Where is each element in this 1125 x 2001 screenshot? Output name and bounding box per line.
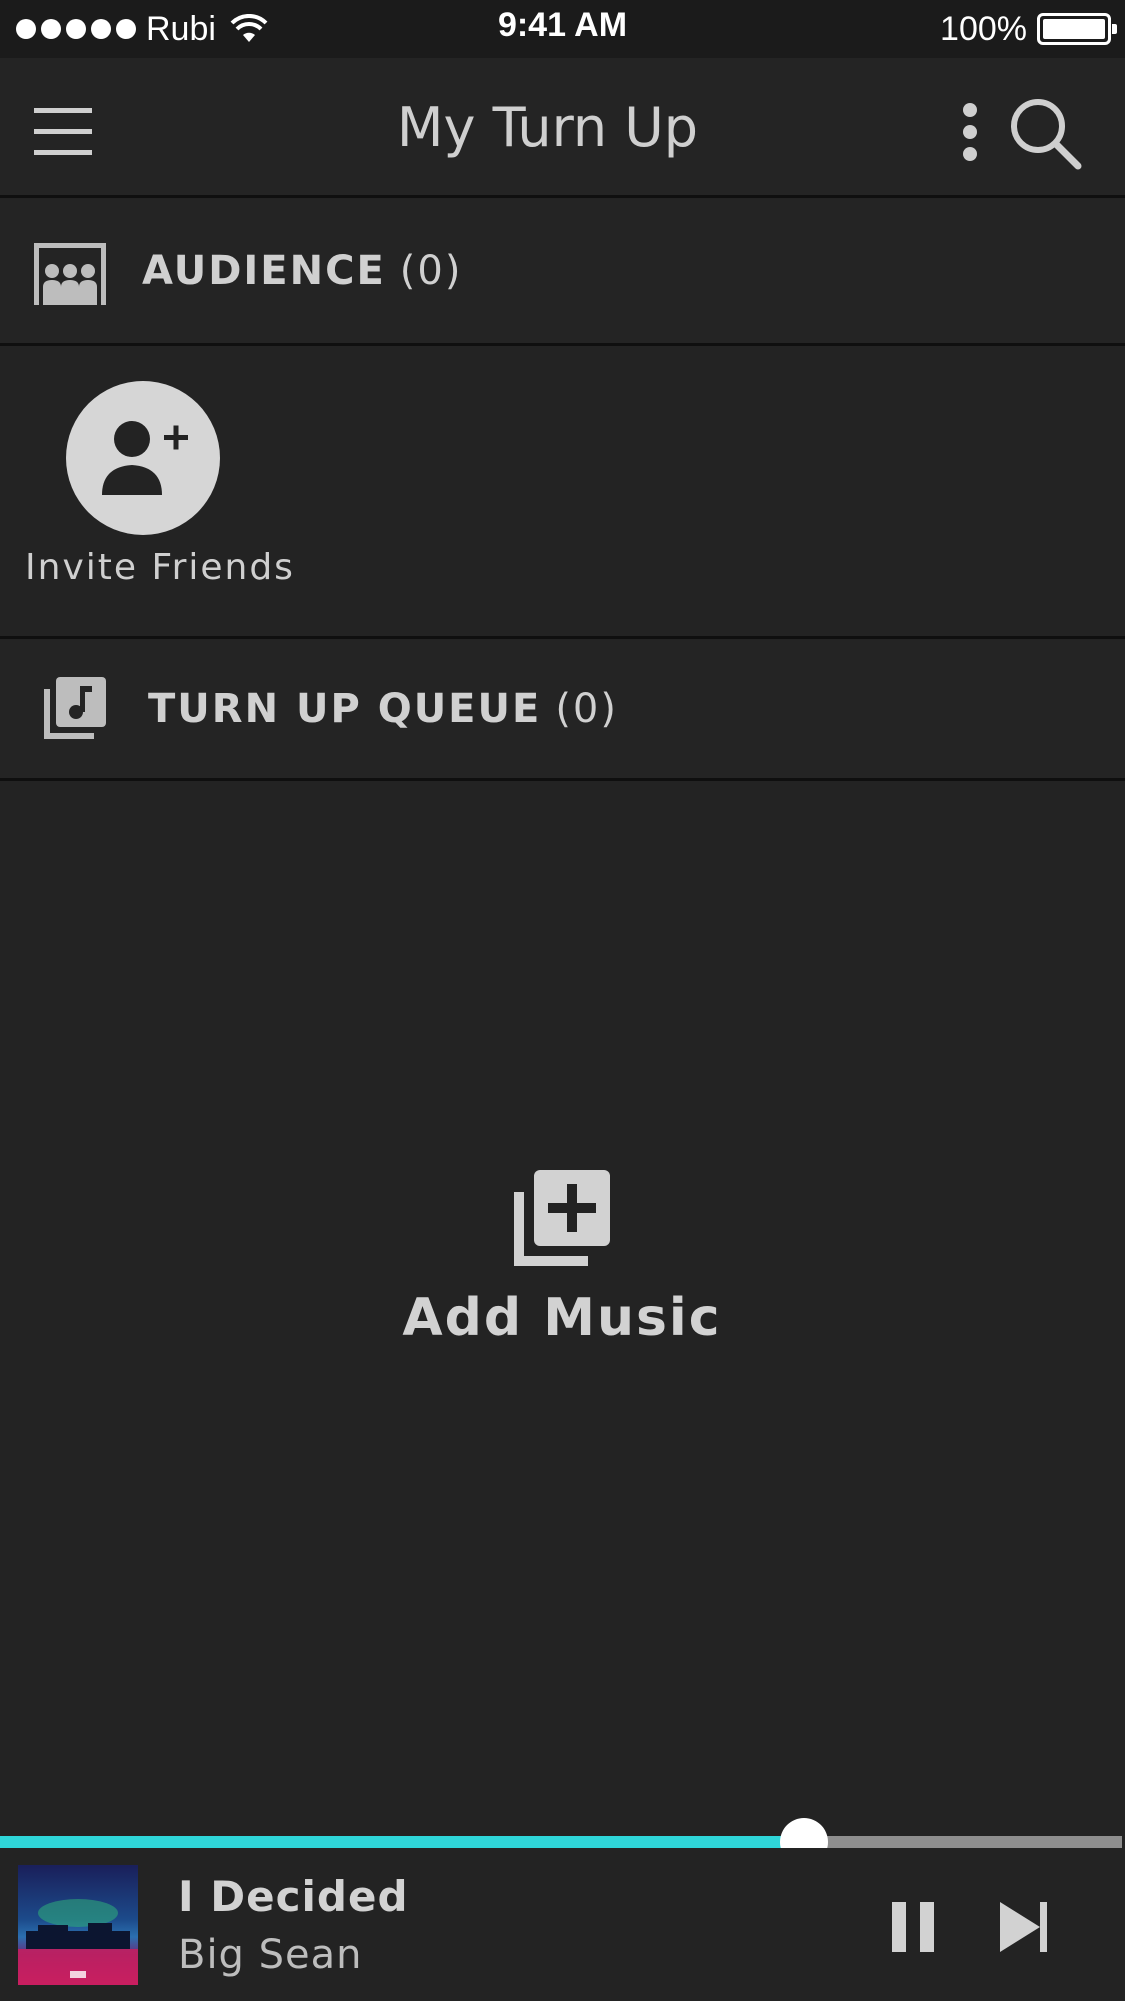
- audience-label: AUDIENCE: [142, 248, 386, 294]
- queue-label: TURN UP QUEUE: [148, 686, 542, 732]
- page-title: My Turn Up: [396, 96, 699, 159]
- audience-count: (0): [399, 248, 463, 294]
- search-icon[interactable]: [1008, 96, 1082, 170]
- invite-friends-label[interactable]: Invite Friends: [0, 547, 320, 588]
- add-person-icon: [102, 421, 188, 495]
- album-art[interactable]: [18, 1865, 138, 1985]
- invite-friends-button[interactable]: [66, 381, 220, 535]
- battery-icon: [1037, 13, 1117, 45]
- status-bar: Rubi 9:41 AM 100%: [0, 0, 1125, 58]
- playback-progress-bar[interactable]: [0, 1818, 1122, 1866]
- audience-label-row: AUDIENCE (0): [142, 199, 462, 343]
- audience-icon: [34, 243, 106, 305]
- add-to-library-icon: [514, 1170, 610, 1266]
- skip-next-icon[interactable]: [998, 1900, 1050, 1954]
- add-music-label: Add Music: [402, 1288, 722, 1348]
- playback-progress-fill: [0, 1836, 805, 1848]
- battery-percent: 100%: [940, 9, 1027, 48]
- status-right: 100%: [940, 8, 1117, 50]
- nav-bar: My Turn Up: [0, 58, 1125, 198]
- track-artist[interactable]: Big Sean: [178, 1932, 363, 1978]
- queue-section-header[interactable]: TURN UP QUEUE (0): [0, 640, 1125, 781]
- add-music-button[interactable]: Add Music: [362, 1170, 762, 1350]
- queue-count: (0): [555, 686, 618, 732]
- track-title[interactable]: I Decided: [178, 1872, 409, 1921]
- queue-label-row: TURN UP QUEUE (0): [148, 640, 618, 778]
- music-library-icon: [44, 677, 106, 739]
- more-vertical-icon[interactable]: [958, 102, 982, 162]
- pause-icon[interactable]: [890, 1900, 936, 1954]
- invite-area: Invite Friends: [0, 347, 1125, 639]
- audience-section-header[interactable]: AUDIENCE (0): [0, 199, 1125, 346]
- mini-player[interactable]: I Decided Big Sean: [0, 1848, 1125, 2001]
